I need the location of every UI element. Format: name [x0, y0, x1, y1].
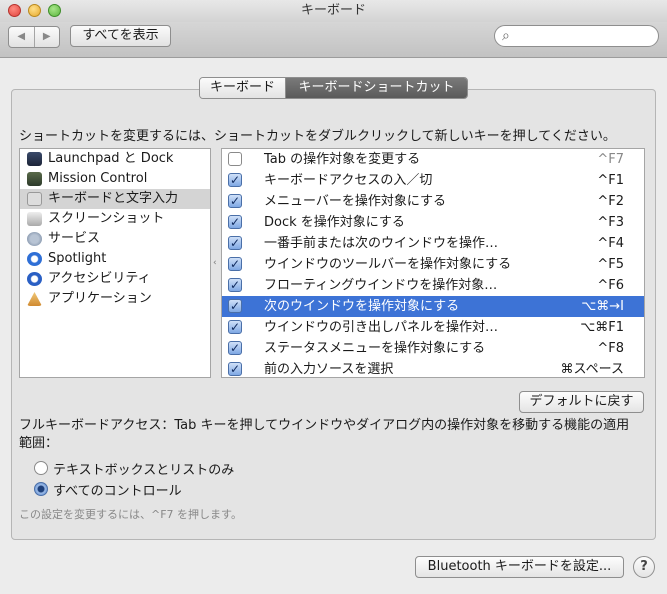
shortcut-label: 一番手前または次のウインドウを操作… — [264, 236, 499, 251]
toolbar: ◀ ▶ すべてを表示 ⌕ — [0, 22, 667, 58]
category-label: Launchpad と Dock — [48, 151, 174, 166]
shortcut-row[interactable]: ✓ ウインドウのツールバーを操作対象にする ^F5 — [222, 254, 644, 275]
category-item-launchpad-dock[interactable]: Launchpad と Dock — [20, 149, 210, 169]
shortcut-label: Dock を操作対象にする — [264, 215, 405, 230]
shortcut-label: Tab の操作対象を変更する — [264, 152, 421, 167]
shortcut-row[interactable]: ✓ ウインドウの引き出しパネルを操作対… ⌥⌘F1 — [222, 317, 644, 338]
shortcut-label: 前の入力ソースを選択 — [264, 362, 394, 377]
category-label: スクリーンショット — [48, 211, 165, 226]
shortcut-row-selected[interactable]: ✓ 次のウインドウを操作対象にする ⌥⌘→I — [222, 296, 644, 317]
tab-keyboard[interactable]: キーボード — [200, 78, 286, 98]
accessibility-icon — [27, 272, 42, 286]
shortcut-list: Tab の操作対象を変更する ^F7 ✓ キーボードアクセスの入／切 ^F1 ✓… — [221, 148, 645, 378]
shortcut-checkbox[interactable]: ✓ — [228, 299, 242, 313]
full-keyboard-access-label: フルキーボードアクセス：Tab キーを押してウインドウやダイアログ内の操作対象を… — [19, 418, 630, 451]
shortcut-checkbox[interactable]: ✓ — [228, 194, 242, 208]
category-list: Launchpad と Dock Mission Control キーボードと文… — [19, 148, 211, 378]
tab-keyboard-shortcuts[interactable]: キーボードショートカット — [286, 78, 467, 98]
forward-button[interactable]: ▶ — [33, 27, 60, 47]
show-all-button[interactable]: すべてを表示 — [70, 25, 171, 47]
shortcut-key[interactable]: ^F2 — [597, 191, 624, 212]
shortcut-checkbox[interactable]: ✓ — [228, 173, 242, 187]
back-button[interactable]: ◀ — [9, 27, 34, 47]
category-label: Spotlight — [48, 251, 107, 266]
shortcut-key[interactable]: ^F5 — [597, 254, 624, 275]
category-label: Mission Control — [48, 171, 148, 186]
help-button[interactable]: ? — [633, 556, 655, 578]
shortcut-key[interactable]: ^F3 — [597, 212, 624, 233]
shortcut-label: ウインドウの引き出しパネルを操作対… — [264, 320, 499, 335]
shortcut-label: 次のウインドウを操作対象にする — [264, 299, 460, 314]
shortcut-row[interactable]: ✓ フローティングウインドウを操作対象… ^F6 — [222, 275, 644, 296]
shortcut-checkbox[interactable]: ✓ — [228, 257, 242, 271]
setup-bluetooth-keyboard-button[interactable]: Bluetooth キーボードを設定... — [415, 556, 624, 578]
search-input[interactable]: ⌕ — [494, 25, 659, 47]
shortcut-checkbox[interactable]: ✓ — [228, 278, 242, 292]
shortcut-row[interactable]: ✓ メニューバーを操作対象にする ^F2 — [222, 191, 644, 212]
shortcut-key[interactable]: ^F1 — [597, 170, 624, 191]
category-item-keyboard-input[interactable]: キーボードと文字入力 — [20, 189, 210, 209]
shortcut-checkbox[interactable] — [228, 152, 242, 166]
shortcut-key[interactable]: ^F8 — [597, 338, 624, 359]
shortcut-label: ステータスメニューを操作対象にする — [264, 341, 486, 356]
tab-bar: キーボード キーボードショートカット — [199, 77, 468, 99]
instruction-text: ショートカットを変更するには、ショートカットをダブルクリックして新しいキーを押し… — [19, 129, 616, 144]
radio-all-controls[interactable] — [34, 482, 48, 496]
shortcut-label: キーボードアクセスの入／切 — [264, 173, 433, 188]
category-label: アクセシビリティ — [48, 271, 151, 286]
zoom-button[interactable] — [48, 4, 61, 17]
app-store-icon — [27, 292, 42, 306]
shortcut-key[interactable]: ⌥⌘F1 — [580, 317, 624, 338]
shortcut-checkbox[interactable]: ✓ — [228, 341, 242, 355]
title-bar: キーボード — [0, 0, 667, 22]
shortcut-row[interactable]: ✓ キーボードアクセスの入／切 ^F1 — [222, 170, 644, 191]
shortcut-row[interactable]: ✓ 前の入力ソースを選択 ⌘スペース — [222, 359, 644, 377]
category-item-mission-control[interactable]: Mission Control — [20, 169, 210, 189]
radio-label: すべてのコントロール — [53, 484, 182, 499]
shortcut-checkbox[interactable]: ✓ — [228, 362, 242, 376]
launchpad-dock-icon — [27, 152, 42, 166]
shortcut-label: フローティングウインドウを操作対象… — [264, 278, 498, 293]
keyboard-icon — [27, 192, 42, 206]
restore-defaults-button[interactable]: デフォルトに戻す — [519, 391, 644, 413]
nav-buttons: ◀ ▶ — [8, 26, 60, 48]
category-label: サービス — [48, 231, 101, 246]
shortcut-key[interactable]: ⌥⌘→I — [581, 296, 624, 317]
category-item-spotlight[interactable]: Spotlight — [20, 249, 210, 269]
mission-control-icon — [27, 172, 42, 186]
category-label: キーボードと文字入力 — [48, 191, 179, 206]
hint-text: この設定を変更するには、^F7 を押します。 — [19, 508, 242, 521]
spotlight-icon — [27, 252, 42, 266]
category-label: アプリケーション — [48, 291, 152, 306]
close-button[interactable] — [8, 4, 21, 17]
shortcut-key[interactable]: ^F4 — [597, 233, 624, 254]
window-title: キーボード — [300, 3, 366, 18]
gear-icon — [27, 232, 42, 246]
category-item-screenshot[interactable]: スクリーンショット — [20, 209, 210, 229]
shortcut-row[interactable]: ✓ 一番手前または次のウインドウを操作… ^F4 — [222, 233, 644, 254]
shortcut-row[interactable]: ✓ ステータスメニューを操作対象にする ^F8 — [222, 338, 644, 359]
shortcut-checkbox[interactable]: ✓ — [228, 215, 242, 229]
split-handle[interactable]: ‹ — [213, 258, 217, 268]
category-item-services[interactable]: サービス — [20, 229, 210, 249]
screenshot-icon — [27, 212, 42, 226]
shortcut-row[interactable]: ✓ Dock を操作対象にする ^F3 — [222, 212, 644, 233]
shortcut-key[interactable]: ⌘スペース — [561, 359, 624, 377]
shortcut-checkbox[interactable]: ✓ — [228, 320, 242, 334]
shortcut-key[interactable]: ^F7 — [597, 149, 624, 170]
shortcut-row[interactable]: Tab の操作対象を変更する ^F7 — [222, 149, 644, 170]
radio-label: テキストボックスとリストのみ — [53, 463, 235, 478]
shortcut-key[interactable]: ^F6 — [597, 275, 624, 296]
radio-text-boxes-lists[interactable] — [34, 461, 48, 475]
shortcut-checkbox[interactable]: ✓ — [228, 236, 242, 250]
search-icon: ⌕ — [502, 28, 510, 44]
shortcut-label: メニューバーを操作対象にする — [264, 194, 447, 209]
minimize-button[interactable] — [28, 4, 41, 17]
category-item-accessibility[interactable]: アクセシビリティ — [20, 269, 210, 289]
category-item-applications[interactable]: アプリケーション — [20, 289, 210, 309]
shortcut-label: ウインドウのツールバーを操作対象にする — [264, 257, 512, 272]
